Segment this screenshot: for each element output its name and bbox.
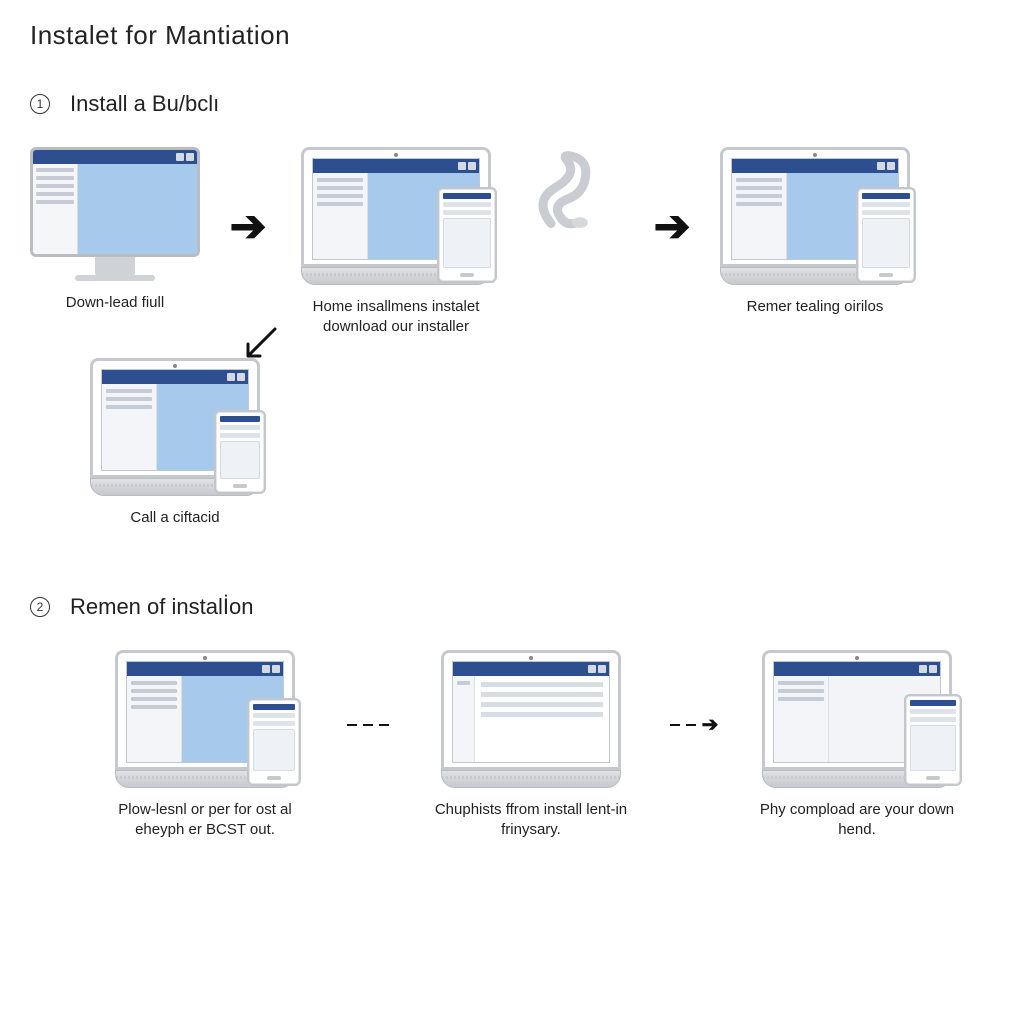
window-control-icon: [176, 153, 184, 161]
step-caption: Home insallmens instalet download our in…: [296, 297, 496, 338]
phone-illustration: [856, 187, 916, 283]
section-1-row-1: Down-lead fiull ➔ Home insallmens instal…: [30, 147, 994, 338]
step-download: Down-lead fiull: [30, 147, 200, 313]
section-1-title: Install a Bu/bclı: [70, 91, 219, 117]
step-plow: Plow-lesnl or per for ost al eheyph er B…: [90, 650, 320, 841]
page-title: Instalet for Mantiation: [30, 20, 994, 51]
phone-illustration: [437, 187, 497, 283]
laptop-illustration: [115, 650, 295, 788]
step-number-icon: 1: [30, 94, 50, 114]
section-2-row: Plow-lesnl or per for ost al eheyph er B…: [90, 650, 994, 841]
step-caption: Phy compload are your down hend.: [757, 800, 957, 841]
phone-illustration: [214, 410, 266, 494]
arrow-dashed-icon: [338, 650, 398, 800]
webcam-icon: [394, 153, 398, 157]
laptop-illustration: [90, 358, 260, 496]
phone-illustration: [247, 698, 301, 786]
window-titlebar: [33, 150, 197, 164]
step-caption: Chuphists ffrom install lent-in frinysar…: [431, 800, 631, 841]
section-1-row-2: Call a ciftacid: [90, 358, 994, 528]
step-compload: Phy compload are your down hend.: [742, 650, 972, 841]
section-2-title: Remen of instalİon: [70, 594, 253, 620]
step-remote: Remer tealing oirilos: [720, 147, 910, 317]
laptop-illustration: [762, 650, 952, 788]
desktop-monitor-illustration: [30, 147, 200, 281]
cable-illustration: [514, 147, 624, 265]
step-caption: Plow-lesnl or per for ost al eheyph er B…: [105, 800, 305, 841]
step-number-icon: 2: [30, 597, 50, 617]
laptop-illustration: [441, 650, 621, 788]
arrow-right-icon: ➔: [218, 147, 278, 307]
step-home-installer: Home insallmens instalet download our in…: [296, 147, 496, 338]
arrow-dashed-right-icon: ➔: [664, 650, 724, 800]
laptop-illustration: [720, 147, 910, 285]
step-call: Call a ciftacid: [90, 358, 260, 528]
section-1-header: 1 Install a Bu/bclı: [30, 91, 994, 117]
step-caption: Remer tealing oirilos: [747, 297, 884, 317]
step-chuphists: Chuphists ffrom install lent-in frinysar…: [416, 650, 646, 841]
laptop-illustration: [301, 147, 491, 285]
step-caption: Call a ciftacid: [130, 508, 219, 528]
phone-illustration: [904, 694, 962, 786]
cable-icon: [524, 147, 614, 237]
step-caption: Down-lead fiull: [66, 293, 164, 313]
window-control-icon: [186, 153, 194, 161]
section-2-header: 2 Remen of instalİon: [30, 594, 994, 620]
arrow-right-icon: ➔: [642, 147, 702, 307]
